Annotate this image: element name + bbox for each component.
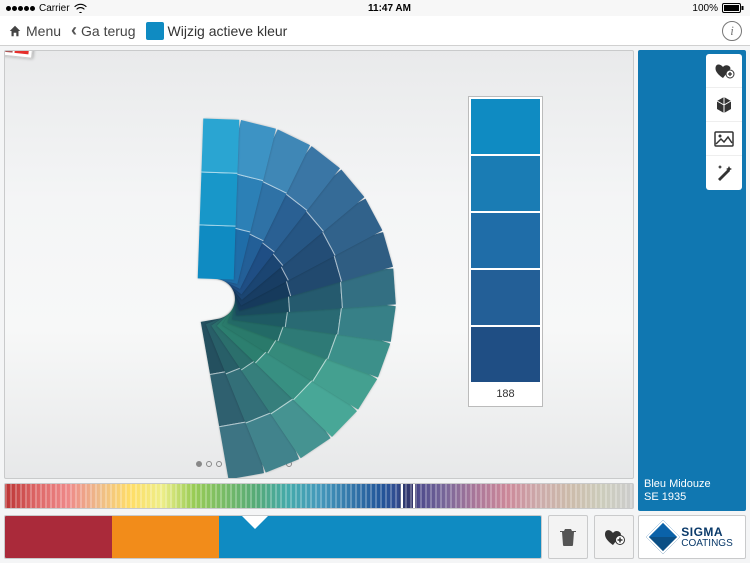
signal-icon — [6, 6, 35, 11]
view-3d-button[interactable] — [706, 88, 742, 122]
battery-icon — [722, 3, 744, 13]
menu-button[interactable]: Menu — [8, 23, 61, 39]
hue-slider[interactable] — [4, 483, 634, 509]
color-tools — [706, 54, 742, 190]
trash-icon — [559, 527, 577, 547]
sigma-logo-icon — [646, 520, 680, 554]
favorite-palette-button[interactable] — [594, 515, 634, 559]
cube-icon — [714, 95, 734, 115]
fan-cover-card[interactable] — [4, 50, 49, 59]
active-color-code: SE 1935 — [644, 491, 740, 505]
ios-status-bar: Carrier 11:47 AM 100% — [0, 0, 750, 16]
heart-plus-icon — [713, 62, 735, 80]
chevron-left-icon: ‹ — [71, 20, 77, 41]
info-button[interactable]: i — [722, 21, 742, 41]
palette-color[interactable] — [5, 516, 112, 558]
page-dot[interactable] — [206, 461, 212, 467]
back-label: Ga terug — [81, 23, 135, 39]
active-color-panel[interactable]: Bleu Midouze SE 1935 — [638, 50, 746, 511]
swatch-cell[interactable] — [471, 99, 540, 154]
swatch-cell[interactable] — [471, 213, 540, 268]
magic-button[interactable] — [706, 156, 742, 190]
swatch-cell[interactable] — [471, 327, 540, 382]
fan-blade[interactable] — [198, 118, 240, 279]
palette-tray[interactable] — [4, 515, 542, 559]
clock-label: 11:47 AM — [368, 3, 411, 14]
carrier-label: Carrier — [39, 3, 70, 14]
swatch-strip[interactable]: 188 — [468, 96, 543, 407]
picture-icon — [714, 131, 734, 147]
title-area: Wijzig actieve kleur — [146, 22, 288, 40]
swatch-strip-label: 188 — [471, 384, 540, 404]
back-button[interactable]: ‹ Ga terug — [71, 20, 135, 41]
magic-wand-icon — [714, 163, 734, 183]
home-icon — [8, 24, 22, 38]
wifi-icon — [74, 3, 87, 13]
photo-button[interactable] — [706, 122, 742, 156]
battery-label: 100% — [692, 3, 718, 14]
swatch-cell[interactable] — [471, 156, 540, 211]
active-color-chip — [146, 22, 164, 40]
page-dot[interactable] — [196, 461, 202, 467]
add-favorite-button[interactable] — [706, 54, 742, 88]
brand-name: SIGMA — [681, 525, 723, 539]
page-dot[interactable] — [216, 461, 222, 467]
delete-palette-button[interactable] — [548, 515, 588, 559]
swatch-cell[interactable] — [471, 270, 540, 325]
heart-plus-icon — [603, 528, 625, 546]
menu-label: Menu — [26, 23, 61, 39]
app-navbar: Menu ‹ Ga terug Wijzig actieve kleur i — [0, 16, 750, 46]
brand-logo-box: SIGMA COATINGS — [638, 515, 746, 559]
page-title: Wijzig actieve kleur — [168, 23, 288, 39]
fan-stage[interactable]: 188 — [4, 50, 634, 479]
active-color-name: Bleu Midouze — [644, 478, 740, 492]
brand-sub: COATINGS — [681, 538, 732, 549]
palette-color[interactable] — [112, 516, 219, 558]
hue-slider-handle[interactable] — [401, 483, 415, 509]
palette-active-notch — [241, 515, 269, 529]
